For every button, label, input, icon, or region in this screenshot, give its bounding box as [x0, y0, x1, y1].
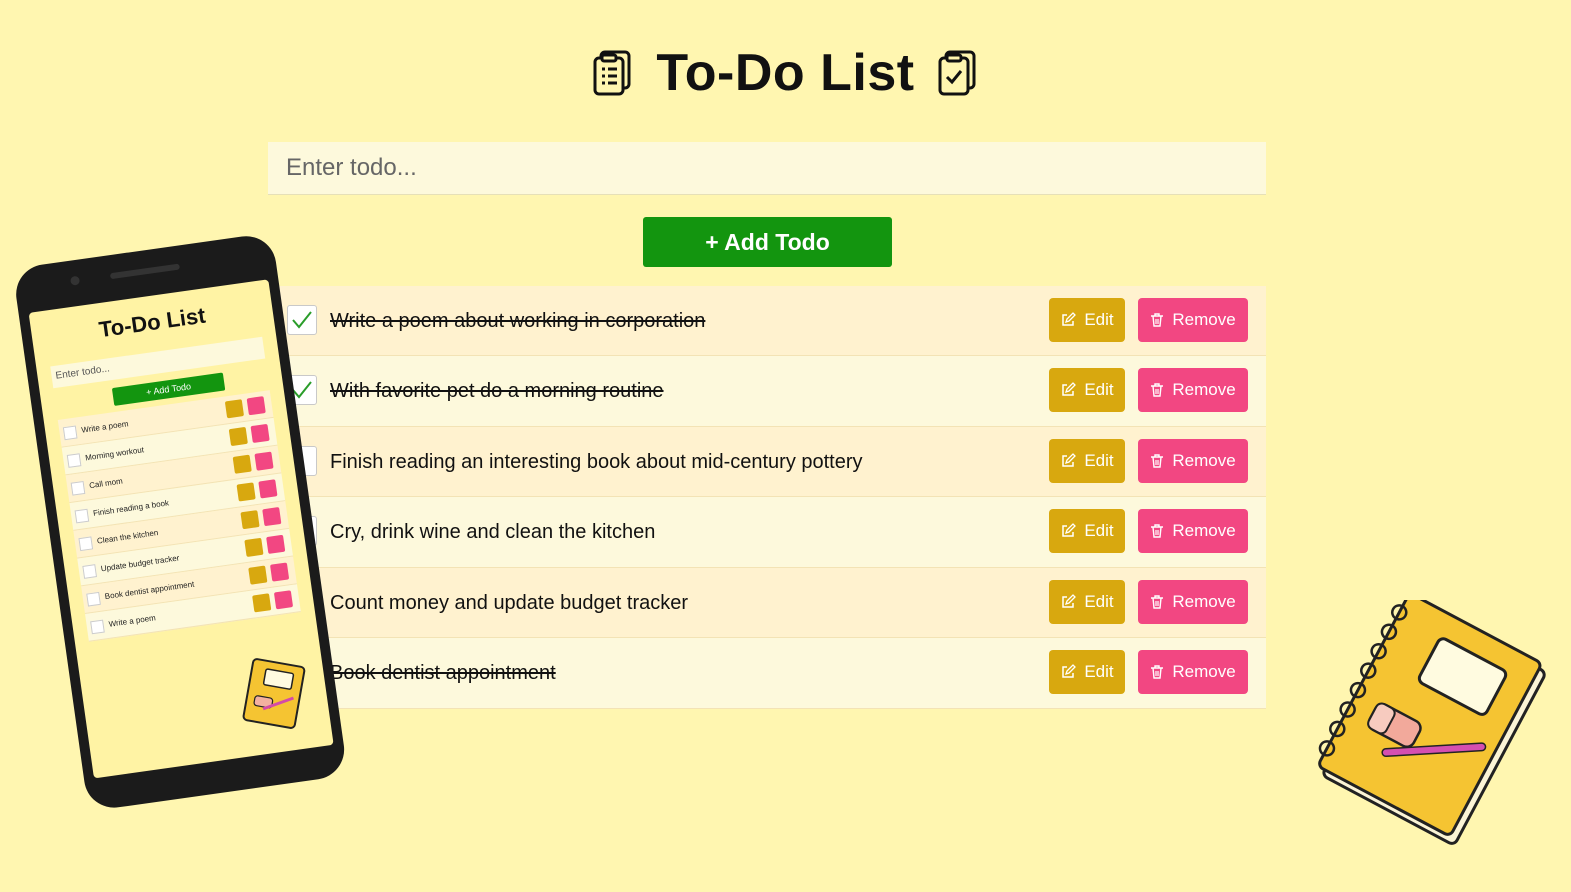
phone-notebook-icon — [229, 649, 320, 742]
edit-label: Edit — [1084, 451, 1114, 470]
remove-label: Remove — [1172, 592, 1236, 611]
phone-checkbox — [74, 508, 90, 524]
edit-button[interactable]: Edit — [1049, 368, 1125, 412]
pencil-square-icon — [1062, 523, 1077, 537]
speaker-slot — [109, 263, 181, 280]
pencil-square-icon — [1062, 664, 1077, 678]
edit-label: Edit — [1084, 592, 1114, 611]
trash-icon — [1151, 595, 1164, 609]
phone-remove-icon — [258, 479, 278, 499]
add-todo-button[interactable]: + Add Todo — [643, 217, 892, 267]
todo-text: Finish reading an interesting book about… — [330, 451, 863, 473]
todo-text: Book dentist appointment — [330, 662, 556, 684]
phone-item-text: Write a poem — [108, 613, 157, 629]
pencil-square-icon — [1062, 312, 1077, 326]
pencil-square-icon — [1062, 594, 1077, 608]
remove-label: Remove — [1172, 310, 1236, 329]
clipboard-check-icon — [937, 49, 979, 97]
remove-button[interactable]: Remove — [1138, 368, 1248, 412]
phone-checkbox — [78, 536, 94, 552]
todo-text: Count money and update budget tracker — [330, 592, 689, 614]
pencil-square-icon — [1062, 453, 1077, 467]
phone-edit-icon — [232, 454, 252, 474]
remove-button[interactable]: Remove — [1138, 439, 1248, 483]
pencil-square-icon — [1062, 382, 1077, 396]
remove-label: Remove — [1172, 521, 1236, 540]
phone-remove-icon — [250, 423, 270, 444]
edit-button[interactable]: Edit — [1049, 298, 1125, 342]
remove-label: Remove — [1172, 451, 1236, 470]
clipboard-list-icon — [592, 49, 634, 97]
phone-checkbox — [82, 564, 98, 579]
phone-remove-icon — [262, 507, 282, 527]
phone-checkbox — [90, 619, 105, 635]
phone-edit-icon — [228, 426, 248, 447]
trash-icon — [1151, 665, 1164, 679]
todo-item: Cry, drink wine and clean the kitchen Ed… — [268, 497, 1266, 568]
phone-remove-icon — [246, 396, 266, 416]
remove-label: Remove — [1172, 380, 1236, 399]
todo-text: Cry, drink wine and clean the kitchen — [330, 521, 656, 543]
phone-edit-icon — [224, 399, 245, 419]
todo-item: Book dentist appointment Edit Remove — [268, 638, 1266, 709]
notebook-icon — [1300, 593, 1560, 855]
phone-screen: To-Do List Enter todo... + Add Todo Writ… — [28, 279, 334, 779]
edit-button[interactable]: Edit — [1049, 439, 1125, 483]
phone-remove-icon — [273, 590, 294, 610]
edit-label: Edit — [1084, 310, 1114, 329]
trash-icon — [1151, 524, 1164, 538]
remove-button[interactable]: Remove — [1138, 509, 1248, 553]
phone-edit-icon — [244, 537, 264, 558]
phone-edit-icon — [240, 510, 260, 530]
phone-todo-list: Write a poem Morning workout Call mom Fi… — [57, 390, 301, 642]
todo-text: Write a poem about working in corporatio… — [330, 310, 706, 332]
page-title: To-Do List — [656, 44, 915, 102]
todo-item: Write a poem about working in corporatio… — [268, 286, 1266, 356]
todo-item: Count money and update budget tracker Ed… — [268, 568, 1266, 638]
trash-icon — [1151, 383, 1164, 397]
todo-item: Finish reading an interesting book about… — [268, 427, 1266, 497]
phone-checkbox — [62, 425, 78, 441]
edit-label: Edit — [1084, 521, 1114, 540]
phone-checkbox — [66, 453, 82, 468]
phone-edit-icon — [236, 482, 256, 502]
phone-checkbox — [86, 591, 101, 607]
edit-label: Edit — [1084, 662, 1114, 681]
todo-item: With favorite pet do a morning routine E… — [268, 356, 1266, 427]
edit-button[interactable]: Edit — [1049, 509, 1125, 553]
phone-edit-icon — [248, 565, 268, 585]
camera-dot — [69, 275, 81, 286]
remove-label: Remove — [1172, 662, 1236, 681]
trash-icon — [1151, 313, 1164, 327]
trash-icon — [1151, 454, 1164, 468]
todo-list: Write a poem about working in corporatio… — [268, 286, 1266, 709]
remove-button[interactable]: Remove — [1138, 650, 1248, 694]
page-header: To-Do List — [0, 38, 1571, 108]
phone-remove-icon — [266, 534, 286, 554]
remove-button[interactable]: Remove — [1138, 580, 1248, 624]
todo-input[interactable] — [268, 142, 1266, 195]
edit-button[interactable]: Edit — [1049, 580, 1125, 624]
phone-frame: To-Do List Enter todo... + Add Todo Writ… — [12, 232, 349, 812]
phone-remove-icon — [254, 451, 274, 471]
phone-edit-icon — [252, 593, 272, 613]
edit-label: Edit — [1084, 380, 1114, 399]
remove-button[interactable]: Remove — [1138, 298, 1248, 342]
phone-checkbox — [70, 480, 86, 496]
phone-remove-icon — [270, 562, 290, 582]
todo-text: With favorite pet do a morning routine — [330, 380, 664, 402]
edit-button[interactable]: Edit — [1049, 650, 1125, 694]
